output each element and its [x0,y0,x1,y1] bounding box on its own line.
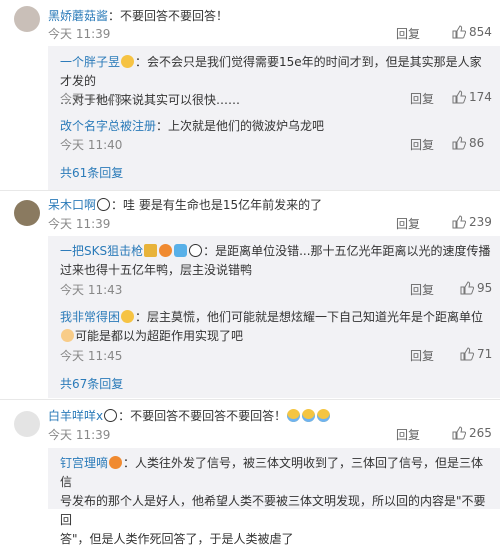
reply-button[interactable]: 回复 [410,137,434,153]
reply-text-line: 号发布的那个人是好人，他希望人类不要被三体文明发现，所以回的内容是"不要回 [60,494,486,527]
like-count: 174 [469,90,492,104]
comment-text: ：哇 要是有生命也是15亿年前发来的了 [111,198,323,212]
username[interactable]: 黑娇蘑菇酱 [48,9,108,23]
like-button[interactable]: 239 [452,214,492,230]
reply-button[interactable]: 回复 [410,282,434,298]
thumbs-up-icon [452,215,467,229]
more-replies-link[interactable]: 共61条回复 [60,164,123,181]
shield-badge-icon [174,244,188,257]
reply-text-line: 过来也得十五亿年鸭，层主没说错鸭 [60,263,253,277]
reply-text-line: ：层主莫慌，他们可能就是想炫耀一下自己知道光年是个距离单位 [135,310,484,324]
reply-button[interactable]: 回复 [396,427,420,443]
crying-emoji-icon [317,409,331,422]
avatar[interactable] [14,6,40,32]
reply-button[interactable]: 回复 [410,91,434,107]
username[interactable]: 呆木口啊 [48,198,96,212]
thumbs-up-icon [460,281,475,295]
thumbs-up-icon [452,136,467,150]
thumbs-up-icon [452,25,467,39]
reply-text-line: ：是距离单位没错...那十五亿光年距离以光的速度传播 [203,244,491,258]
username[interactable]: 白羊咩咩x [48,409,103,423]
comment-text-line: 白羊咩咩x ：不要回答不要回答不要回答！ [48,408,331,424]
like-button[interactable]: 854 [452,24,492,40]
vip-badge-icon [144,244,158,257]
reply-text-line: ：人类往外发了信号，被三体文明收到了，三体回了信号，但是三体信 [60,456,484,489]
avatar[interactable] [14,200,40,226]
reply-text: 改个名字总被注册：上次就是他们的微波炉乌龙吧 [60,117,492,136]
like-button[interactable]: 265 [452,425,492,441]
fire-emoji-icon [159,244,173,257]
reply-text-line: 答"，但是人类作死回答了，于是人类被虐了 [60,532,294,546]
like-button[interactable]: 95 [460,280,492,296]
emoji-icon [121,310,135,323]
crying-emoji-icon [287,409,301,422]
comment-text-line: 呆木口啊 ：哇 要是有生命也是15亿年前发来的了 [48,197,322,213]
emoji-icon [121,55,135,68]
hand-emoji-icon [61,329,74,342]
divider [0,190,500,191]
reply-button[interactable]: 回复 [410,348,434,364]
more-replies-link[interactable]: 共67条回复 [60,375,123,392]
like-count: 265 [469,426,492,440]
timestamp: 今天 11:39 [48,428,111,442]
thumbs-up-icon [452,426,467,440]
reply-text: 我非常得困 ：层主莫慌，他们可能就是想炫耀一下自己知道光年是个距离单位可能是都以为… [60,308,492,346]
like-count: 239 [469,215,492,229]
reply-text-line: 可能是都以为超距作用实现了吧 [75,329,244,343]
crying-emoji-icon [302,409,316,422]
timestamp: 今天 11:48 [60,92,123,106]
timestamp: 今天 11:43 [60,283,123,297]
like-button[interactable]: 174 [452,89,492,105]
username[interactable]: 钉宫理嘀 [60,456,108,470]
reply-thread: 一把SKS狙击枪 ：是距离单位没错...那十五亿光年距离以光的速度传播过来也得十五… [48,236,500,398]
reply-text: 钉宫理嘀 ：人类往外发了信号，被三体文明收到了，三体回了信号，但是三体信 号发布的那… [60,454,492,549]
thumbs-up-icon [460,347,475,361]
avatar[interactable] [14,411,40,437]
username[interactable]: 一个胖子昱 [60,55,120,69]
reply-button[interactable]: 回复 [396,216,420,232]
fire-emoji-icon [109,456,123,469]
reply-thread: 钉宫理嘀 ：人类往外发了信号，被三体文明收到了，三体回了信号，但是三体信 号发布的那… [48,448,500,546]
comment-text: ：不要回答不要回答！ [108,9,229,23]
timestamp: 今天 11:45 [60,349,123,363]
username[interactable]: 改个名字总被注册 [60,119,156,133]
comment-text: ：不要回答不要回答不要回答！ [118,409,287,423]
like-button[interactable]: 71 [460,346,492,362]
reply-text: 一把SKS狙击枪 ：是距离单位没错...那十五亿光年距离以光的速度传播过来也得十五… [60,242,492,280]
username[interactable]: 一把SKS狙击枪 [60,244,143,258]
timestamp: 今天 11:39 [48,217,111,231]
like-button[interactable]: 86 [452,135,484,151]
timestamp: 今天 11:40 [60,138,123,152]
username[interactable]: 我非常得困 [60,310,120,324]
reply-text-line: ：上次就是他们的微波炉乌龙吧 [156,119,325,133]
panda-emoji-icon [104,409,118,422]
like-count: 95 [477,281,493,295]
panda-emoji-icon [97,198,111,211]
reply-thread: 一个胖子昱 ：会不会只是我们觉得需要15e年的时间才到，但是其实那是人家才发的 …对… [48,46,500,190]
panda-emoji-icon [189,244,203,257]
divider [0,399,500,400]
timestamp: 今天 11:39 [48,27,111,41]
comment-text-line: 黑娇蘑菇酱：不要回答不要回答！ [48,8,228,24]
thumbs-up-icon [452,90,467,104]
like-count: 86 [469,136,485,150]
like-count: 71 [477,347,493,361]
like-count: 854 [469,25,492,39]
reply-button[interactable]: 回复 [396,26,420,42]
